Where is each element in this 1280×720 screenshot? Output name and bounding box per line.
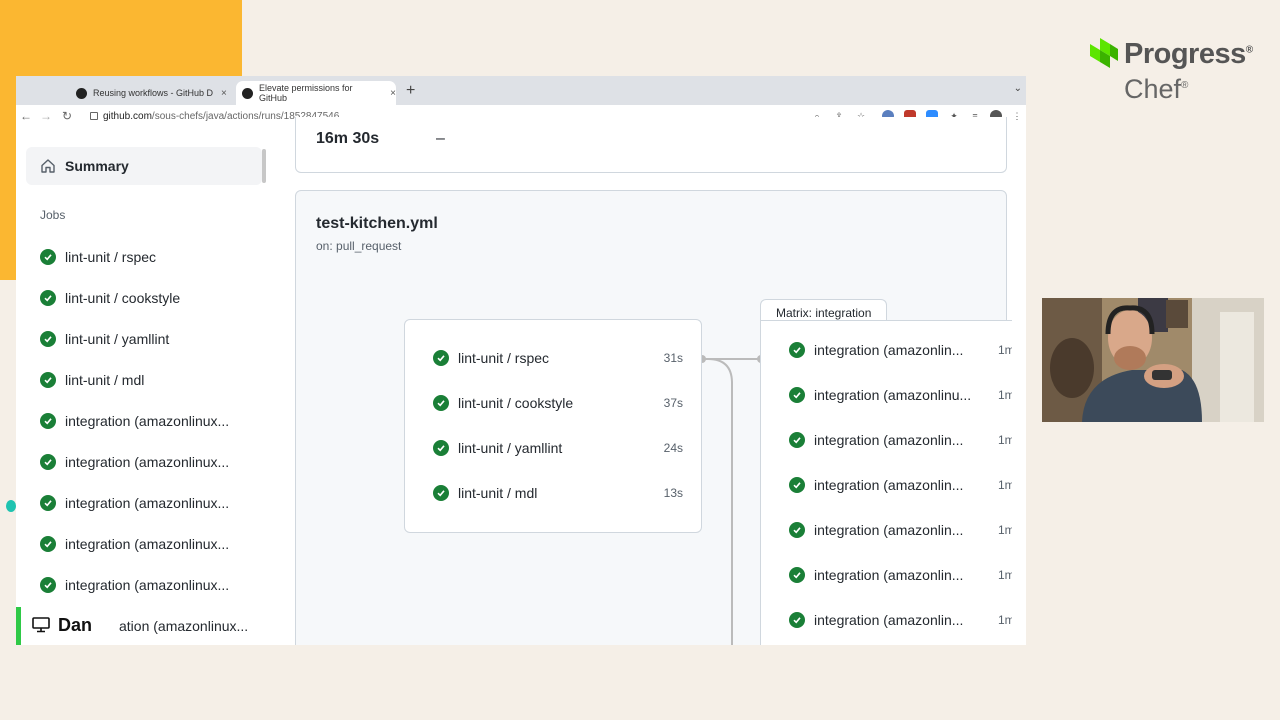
presenter-name: Dan [58, 615, 93, 635]
workflow-graph-card: test-kitchen.yml on: pull_request lint-u… [295, 190, 1022, 645]
success-check-icon [789, 477, 805, 493]
matrix-job[interactable]: integration (amazonlin... 1m [789, 565, 1019, 585]
success-check-icon [40, 577, 56, 593]
reload-icon[interactable]: ↻ [62, 109, 72, 123]
sidebar-job[interactable]: lint-unit / cookstyle [40, 288, 180, 308]
github-icon [76, 87, 87, 99]
presenter-webcam [1042, 298, 1264, 422]
browser-menu-icon[interactable]: ⋮ [1011, 110, 1023, 122]
matrix-job[interactable]: integration (amazonlin... 1m [789, 475, 1019, 495]
graph-job[interactable]: lint-unit / mdl 13s [433, 483, 683, 503]
summary-label: Summary [65, 158, 129, 174]
github-icon [242, 87, 253, 99]
success-check-icon [789, 612, 805, 628]
sidebar-job[interactable]: lint-unit / yamllint [40, 329, 169, 349]
success-check-icon [433, 395, 449, 411]
run-timing-card: 16m 30s – [295, 117, 1007, 173]
success-check-icon [40, 495, 56, 511]
sidebar-job[interactable]: integration (amazonlinux... [40, 493, 229, 513]
matrix-job[interactable]: integration (amazonlinu... 1m [789, 385, 1019, 405]
progress-logo-icon [1090, 38, 1118, 68]
home-icon [41, 159, 55, 173]
success-check-icon [40, 536, 56, 552]
tab-reusing-workflows[interactable]: Reusing workflows - GitHub D × [76, 81, 231, 105]
page-scrollbar[interactable] [1012, 129, 1026, 645]
sidebar-job[interactable]: integration (amazonlinux... [40, 452, 229, 472]
close-tab-icon[interactable]: × [390, 88, 396, 99]
matrix-job[interactable]: integration (amazonlin... 1m [789, 520, 1019, 540]
success-check-icon [789, 522, 805, 538]
run-main-panel: 16m 30s – test-kitchen.yml on: pull_requ… [272, 117, 1026, 645]
sidebar-job[interactable]: integration (amazonlinux... [40, 534, 229, 554]
sidebar-scrollbar[interactable] [262, 149, 266, 183]
browser-window: Reusing workflows - GitHub D × Elevate p… [16, 76, 1026, 645]
success-check-icon [789, 432, 805, 448]
close-tab-icon[interactable]: × [221, 88, 227, 99]
sidebar-job[interactable]: integration (amazonlinux... [40, 411, 229, 431]
lint-unit-job-group: lint-unit / rspec 31s lint-unit / cooksty… [404, 319, 702, 533]
graph-job[interactable]: lint-unit / cookstyle 37s [433, 393, 683, 413]
success-check-icon [40, 454, 56, 470]
back-icon[interactable]: ← [20, 109, 32, 123]
sidebar-job-partial[interactable]: ation (amazonlinux... [119, 618, 248, 634]
graph-job[interactable]: lint-unit / rspec 31s [433, 348, 683, 368]
sidebar-summary[interactable]: Summary [26, 147, 262, 185]
matrix-label: Matrix: integration [760, 299, 888, 322]
jobs-heading: Jobs [40, 208, 66, 222]
total-duration: 16m 30s [316, 130, 380, 147]
new-tab-button[interactable]: + [406, 82, 415, 100]
tab-bar: Reusing workflows - GitHub D × Elevate p… [16, 76, 1026, 105]
progress-chef-logo: Progress® Chef® [1088, 36, 1268, 106]
presenter-indicator [16, 607, 21, 645]
graph-job[interactable]: lint-unit / yamllint 24s [433, 438, 683, 458]
sidebar-job[interactable]: integration (amazonlinux... [40, 575, 229, 595]
page-content: Summary Jobs lint-unit / rspec lint-unit… [16, 117, 1026, 645]
success-check-icon [40, 249, 56, 265]
matrix-job[interactable]: integration (amazonlin... 1m [789, 430, 1019, 450]
matrix-job[interactable]: integration (amazonlin... 1m [789, 340, 1019, 360]
success-check-icon [433, 440, 449, 456]
webcam-video-frame [1042, 298, 1264, 422]
artifacts-value: – [436, 130, 445, 147]
success-check-icon [789, 567, 805, 583]
forward-icon[interactable]: → [40, 109, 52, 123]
matrix-job[interactable]: integration (amazonlin... 1m [789, 610, 1019, 630]
success-check-icon [789, 387, 805, 403]
sidebar-job[interactable]: lint-unit / rspec [40, 247, 156, 267]
actions-sidebar: Summary Jobs lint-unit / rspec lint-unit… [16, 129, 272, 645]
brand-name: Progress® [1124, 38, 1253, 70]
success-check-icon [40, 290, 56, 306]
sidebar-job[interactable]: lint-unit / mdl [40, 370, 144, 390]
presenter-label: Dan ation (amazonlinux... [16, 607, 272, 645]
tab-elevate-permissions[interactable]: Elevate permissions for GitHub × [236, 81, 396, 105]
slide-accent-dot [6, 500, 16, 512]
success-check-icon [789, 342, 805, 358]
success-check-icon [40, 372, 56, 388]
lock-icon [90, 112, 98, 121]
success-check-icon [40, 331, 56, 347]
monitor-icon [32, 617, 50, 633]
tab-search-button[interactable]: ⌄ [1014, 83, 1022, 94]
success-check-icon [433, 350, 449, 366]
brand-product: Chef® [1124, 74, 1189, 104]
success-check-icon [40, 413, 56, 429]
success-check-icon [433, 485, 449, 501]
matrix-job-group: integration (amazonlin... 1m integration … [760, 320, 1022, 645]
